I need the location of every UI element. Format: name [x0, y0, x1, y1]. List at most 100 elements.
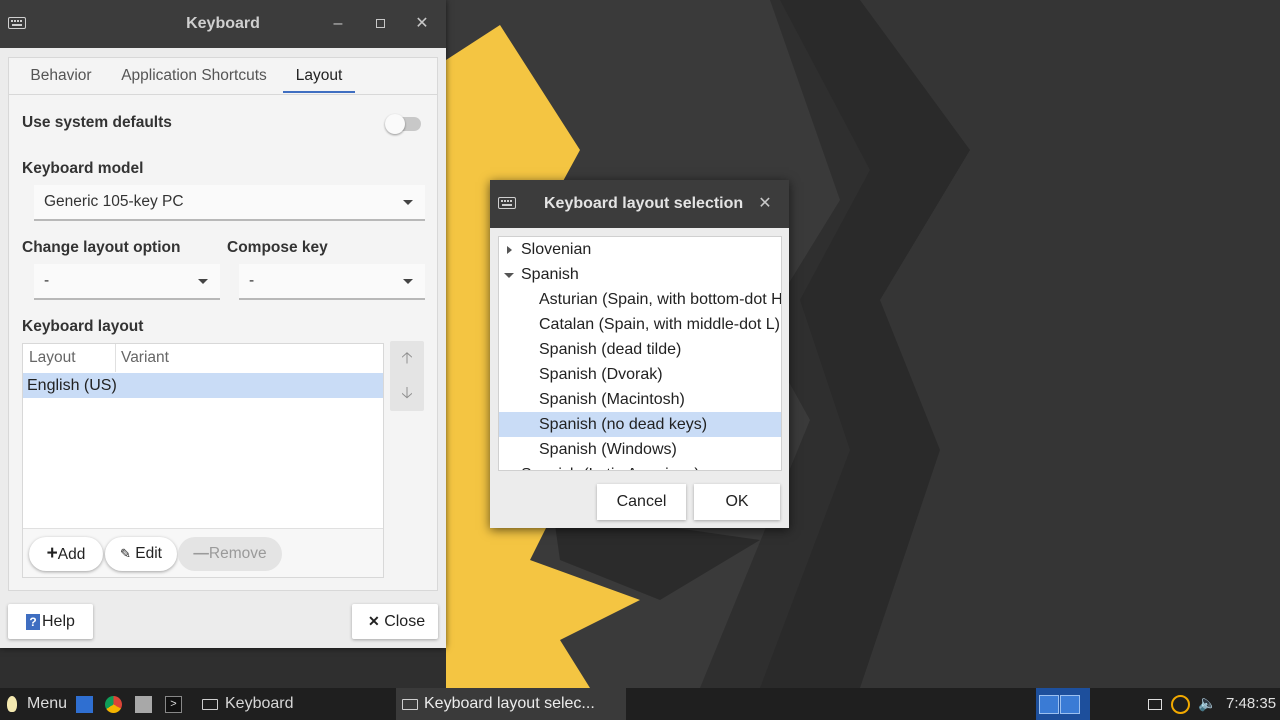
- tree-item[interactable]: Catalan (Spain, with middle-dot L): [499, 312, 781, 337]
- arrow-up-icon: 🡡: [401, 350, 413, 367]
- toggle-knob: [385, 114, 405, 134]
- chevron-down-icon: [403, 279, 413, 284]
- menu-label: Menu: [27, 695, 68, 712]
- tree-item[interactable]: Asturian (Spain, with bottom-dot H: [499, 287, 781, 312]
- table-row[interactable]: English (US): [23, 373, 383, 398]
- expander-open-icon[interactable]: [504, 273, 514, 278]
- expander-closed-icon[interactable]: [507, 246, 512, 254]
- plus-icon: +: [46, 543, 58, 564]
- tab-layout[interactable]: Layout: [283, 58, 355, 93]
- tree-item[interactable]: Spanish (Windows): [499, 437, 781, 462]
- terminal-icon[interactable]: >: [165, 696, 182, 713]
- tree-item[interactable]: Spanish (Dvorak): [499, 362, 781, 387]
- maximize-icon: [375, 19, 385, 29]
- notification-icon[interactable]: [1148, 688, 1162, 720]
- use-system-defaults-toggle[interactable]: [385, 114, 421, 134]
- workspace-2[interactable]: [1060, 695, 1080, 714]
- column-header-variant[interactable]: Variant: [121, 344, 169, 372]
- dialog-titlebar[interactable]: Keyboard layout selection ✕: [490, 180, 789, 228]
- file-manager-icon[interactable]: [76, 696, 93, 713]
- keyboard-icon: [202, 699, 218, 710]
- edit-button[interactable]: ✎ Edit: [105, 537, 177, 571]
- keyboard-icon: [498, 197, 516, 209]
- settings-panel: Behavior Application Shortcuts Layout Us…: [8, 57, 438, 591]
- keyboard-layout-selection-dialog: Keyboard layout selection ✕ Slovenian Spa…: [490, 180, 789, 528]
- keyboard-model-label: Keyboard model: [22, 160, 144, 177]
- tab-bar: Behavior Application Shortcuts Layout: [9, 58, 437, 95]
- clock[interactable]: 7:48:35: [1226, 688, 1276, 720]
- layout-tree[interactable]: Slovenian Spanish Asturian (Spain, with bo…: [498, 236, 782, 471]
- update-manager-icon[interactable]: [1171, 688, 1190, 720]
- tree-item-label: Spanish (Windows): [539, 441, 677, 458]
- tree-item[interactable]: Spanish (Macintosh): [499, 387, 781, 412]
- tree-item[interactable]: Spanish (no dead keys): [499, 412, 781, 437]
- tree-item-label: Slovenian: [521, 241, 592, 258]
- remove-button[interactable]: —Remove: [178, 537, 282, 571]
- ok-button[interactable]: OK: [694, 484, 780, 520]
- help-icon: ?: [26, 613, 40, 630]
- cancel-button[interactable]: Cancel: [597, 484, 686, 520]
- help-label: Help: [42, 613, 75, 630]
- maximize-button[interactable]: [368, 12, 392, 36]
- layout-cell: English (US): [27, 377, 117, 394]
- compose-key-dropdown[interactable]: -: [239, 264, 425, 300]
- close-label: Close: [384, 613, 426, 630]
- tree-item[interactable]: Spanish (dead tilde): [499, 337, 781, 362]
- help-button[interactable]: ? Help: [8, 604, 93, 639]
- keyboard-window-titlebar[interactable]: Keyboard – ✕: [0, 0, 446, 48]
- dialog-close-button[interactable]: ✕: [753, 192, 777, 216]
- keyboard-layout-table[interactable]: Layout Variant English (US) +Add ✎ Edit …: [22, 343, 384, 578]
- arrow-down-icon: 🡣: [401, 385, 413, 402]
- task-keyboard-label: Keyboard: [225, 695, 294, 712]
- table-toolbar: +Add ✎ Edit —Remove: [23, 528, 383, 577]
- keyboard-model-dropdown[interactable]: Generic 105-key PC: [34, 185, 425, 221]
- minus-icon: —: [193, 545, 209, 562]
- keyboard-icon: [402, 699, 418, 710]
- workspace-1[interactable]: [1039, 695, 1059, 714]
- chevron-down-icon: [198, 279, 208, 284]
- keyboard-model-value: Generic 105-key PC: [44, 193, 184, 210]
- tree-group[interactable]: Spanish (Latin American): [499, 462, 781, 470]
- workspace-switcher[interactable]: [1036, 688, 1090, 720]
- tree-item-label: Catalan (Spain, with middle-dot L): [539, 316, 781, 333]
- tree-item-label: Spanish (no dead keys): [539, 416, 708, 433]
- remove-label: Remove: [208, 545, 267, 562]
- minimize-button[interactable]: –: [326, 12, 350, 36]
- menu-logo-icon: [7, 696, 17, 712]
- close-window-button[interactable]: ✕: [410, 12, 434, 36]
- add-label: Add: [57, 546, 86, 563]
- volume-icon[interactable]: 🔈: [1198, 688, 1217, 720]
- tree-group[interactable]: Spanish: [499, 262, 781, 287]
- task-keyboard[interactable]: Keyboard: [188, 688, 422, 720]
- close-icon: ✕: [368, 613, 380, 629]
- tree-item-label: Spanish (Latin American): [521, 462, 700, 470]
- pencil-icon: ✎: [120, 546, 131, 561]
- change-layout-option-dropdown[interactable]: -: [34, 264, 220, 300]
- change-layout-option-value: -: [44, 272, 50, 289]
- move-down-button[interactable]: 🡣: [390, 376, 424, 411]
- folder-icon[interactable]: [135, 696, 152, 713]
- chrome-icon[interactable]: [105, 696, 122, 713]
- move-up-button[interactable]: 🡡: [390, 341, 424, 376]
- tree-group[interactable]: Slovenian: [499, 237, 781, 262]
- task-keyboard-layout-selection[interactable]: Keyboard layout selec...: [396, 688, 626, 720]
- keyboard-window: Keyboard – ✕ Behavior Application Shortc…: [0, 0, 446, 648]
- edit-label: Edit: [135, 545, 162, 562]
- task-dialog-label: Keyboard layout selec...: [424, 695, 595, 712]
- tab-behavior[interactable]: Behavior: [20, 58, 102, 93]
- dialog-title: Keyboard layout selection: [544, 195, 744, 212]
- change-layout-option-label: Change layout option: [22, 239, 181, 256]
- tab-application-shortcuts[interactable]: Application Shortcuts: [109, 58, 279, 93]
- add-button[interactable]: +Add: [29, 537, 103, 571]
- close-button[interactable]: ✕ Close: [352, 604, 438, 639]
- taskbar: Menu > Keyboard Keyboard layout selec...…: [0, 688, 1280, 720]
- tree-item-label: Asturian (Spain, with bottom-dot H: [539, 291, 782, 308]
- tree-item-label: Spanish: [521, 266, 579, 283]
- keyboard-layout-label: Keyboard layout: [22, 318, 144, 335]
- move-buttons: 🡡 🡣: [390, 341, 424, 411]
- column-header-layout[interactable]: Layout: [29, 344, 116, 372]
- compose-key-label: Compose key: [227, 239, 328, 256]
- tree-item-label: Spanish (dead tilde): [539, 341, 682, 358]
- menu-button[interactable]: Menu: [0, 688, 70, 720]
- tree-item-label: Spanish (Dvorak): [539, 366, 663, 383]
